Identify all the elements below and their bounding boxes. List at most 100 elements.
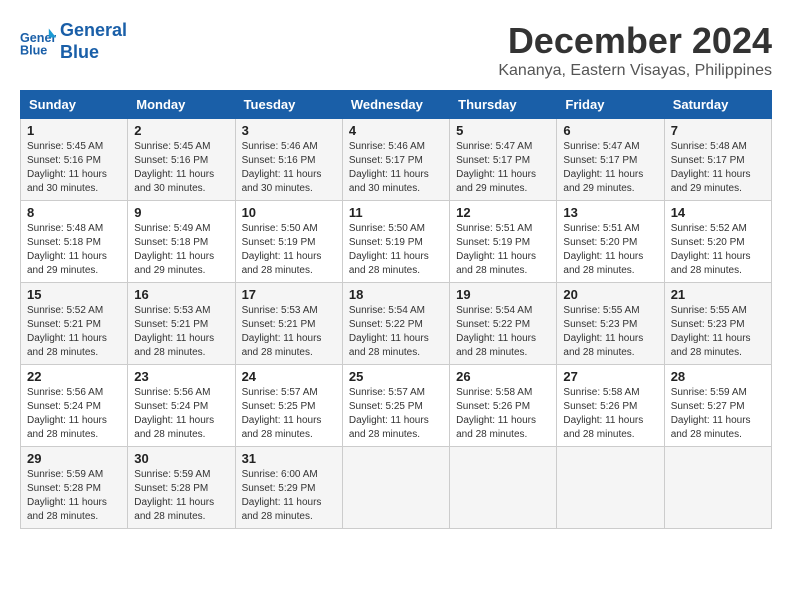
day-info: Sunrise: 5:58 AM Sunset: 5:26 PM Dayligh… [563,386,657,442]
day-info: Sunrise: 5:49 AM Sunset: 5:18 PM Dayligh… [134,222,228,278]
day-info: Sunrise: 5:56 AM Sunset: 5:24 PM Dayligh… [27,386,121,442]
table-row: 7 Sunrise: 5:48 AM Sunset: 5:17 PM Daylig… [664,119,771,201]
table-row: 16 Sunrise: 5:53 AM Sunset: 5:21 PM Dayli… [128,283,235,365]
day-info: Sunrise: 5:55 AM Sunset: 5:23 PM Dayligh… [563,304,657,360]
day-info: Sunrise: 5:57 AM Sunset: 5:25 PM Dayligh… [242,386,336,442]
table-row: 15 Sunrise: 5:52 AM Sunset: 5:21 PM Dayli… [21,283,128,365]
logo-text: GeneralBlue [60,20,127,63]
day-number: 6 [563,123,657,138]
day-info: Sunrise: 5:59 AM Sunset: 5:28 PM Dayligh… [134,468,228,524]
day-info: Sunrise: 5:47 AM Sunset: 5:17 PM Dayligh… [563,140,657,196]
day-number: 16 [134,287,228,302]
header-sunday: Sunday [21,91,128,119]
day-number: 21 [671,287,765,302]
day-info: Sunrise: 5:46 AM Sunset: 5:17 PM Dayligh… [349,140,443,196]
day-number: 27 [563,369,657,384]
table-row: 27 Sunrise: 5:58 AM Sunset: 5:26 PM Dayli… [557,365,664,447]
table-row: 6 Sunrise: 5:47 AM Sunset: 5:17 PM Daylig… [557,119,664,201]
day-number: 29 [27,451,121,466]
table-row [450,447,557,529]
day-number: 1 [27,123,121,138]
day-info: Sunrise: 5:45 AM Sunset: 5:16 PM Dayligh… [134,140,228,196]
table-row: 3 Sunrise: 5:46 AM Sunset: 5:16 PM Daylig… [235,119,342,201]
title-block: December 2024 Kananya, Eastern Visayas, … [498,20,772,80]
table-row: 17 Sunrise: 5:53 AM Sunset: 5:21 PM Dayli… [235,283,342,365]
svg-text:Blue: Blue [20,43,47,57]
day-info: Sunrise: 5:48 AM Sunset: 5:18 PM Dayligh… [27,222,121,278]
day-info: Sunrise: 5:47 AM Sunset: 5:17 PM Dayligh… [456,140,550,196]
calendar-week-row: 29 Sunrise: 5:59 AM Sunset: 5:28 PM Dayli… [21,447,772,529]
day-info: Sunrise: 5:53 AM Sunset: 5:21 PM Dayligh… [134,304,228,360]
table-row [557,447,664,529]
day-info: Sunrise: 5:53 AM Sunset: 5:21 PM Dayligh… [242,304,336,360]
table-row: 30 Sunrise: 5:59 AM Sunset: 5:28 PM Dayli… [128,447,235,529]
day-number: 24 [242,369,336,384]
day-number: 7 [671,123,765,138]
logo-icon: General Blue [20,24,56,60]
page-header: General Blue GeneralBlue December 2024 K… [20,20,772,80]
day-number: 3 [242,123,336,138]
day-number: 2 [134,123,228,138]
day-info: Sunrise: 5:48 AM Sunset: 5:17 PM Dayligh… [671,140,765,196]
day-number: 9 [134,205,228,220]
table-row: 2 Sunrise: 5:45 AM Sunset: 5:16 PM Daylig… [128,119,235,201]
day-number: 15 [27,287,121,302]
table-row: 25Sunrise: 5:57 AM Sunset: 5:25 PM Dayli… [342,365,449,447]
day-number: 14 [671,205,765,220]
table-row: 24 Sunrise: 5:57 AM Sunset: 5:25 PM Dayli… [235,365,342,447]
table-row: 21 Sunrise: 5:55 AM Sunset: 5:23 PM Dayli… [664,283,771,365]
day-number: 18 [349,287,443,302]
day-info: Sunrise: 5:59 AM Sunset: 5:27 PM Dayligh… [671,386,765,442]
table-row: 22 Sunrise: 5:56 AM Sunset: 5:24 PM Dayli… [21,365,128,447]
day-number: 28 [671,369,765,384]
day-number: 10 [242,205,336,220]
table-row: 8Sunrise: 5:48 AM Sunset: 5:18 PM Daylig… [21,201,128,283]
day-info: Sunrise: 5:46 AM Sunset: 5:16 PM Dayligh… [242,140,336,196]
table-row: 12Sunrise: 5:51 AM Sunset: 5:19 PM Dayli… [450,201,557,283]
calendar-table: Sunday Monday Tuesday Wednesday Thursday… [20,90,772,529]
day-info: Sunrise: 5:50 AM Sunset: 5:19 PM Dayligh… [242,222,336,278]
day-number: 23 [134,369,228,384]
table-row: 4Sunrise: 5:46 AM Sunset: 5:17 PM Daylig… [342,119,449,201]
location-subtitle: Kananya, Eastern Visayas, Philippines [498,62,772,80]
table-row: 1Sunrise: 5:45 AM Sunset: 5:16 PM Daylig… [21,119,128,201]
table-row: 19Sunrise: 5:54 AM Sunset: 5:22 PM Dayli… [450,283,557,365]
day-info: Sunrise: 5:57 AM Sunset: 5:25 PM Dayligh… [349,386,443,442]
day-info: Sunrise: 5:59 AM Sunset: 5:28 PM Dayligh… [27,468,121,524]
day-number: 17 [242,287,336,302]
table-row [664,447,771,529]
day-number: 5 [456,123,550,138]
day-number: 11 [349,205,443,220]
day-number: 20 [563,287,657,302]
table-row: 13 Sunrise: 5:51 AM Sunset: 5:20 PM Dayli… [557,201,664,283]
day-number: 19 [456,287,550,302]
logo: General Blue GeneralBlue [20,20,127,63]
header-thursday: Thursday [450,91,557,119]
day-number: 12 [456,205,550,220]
table-row: 31Sunrise: 6:00 AM Sunset: 5:29 PM Dayli… [235,447,342,529]
table-row: 26Sunrise: 5:58 AM Sunset: 5:26 PM Dayli… [450,365,557,447]
table-row: 14 Sunrise: 5:52 AM Sunset: 5:20 PM Dayli… [664,201,771,283]
day-info: Sunrise: 5:52 AM Sunset: 5:20 PM Dayligh… [671,222,765,278]
day-number: 30 [134,451,228,466]
header-friday: Friday [557,91,664,119]
day-info: Sunrise: 5:52 AM Sunset: 5:21 PM Dayligh… [27,304,121,360]
table-row: 5 Sunrise: 5:47 AM Sunset: 5:17 PM Daylig… [450,119,557,201]
day-info: Sunrise: 5:51 AM Sunset: 5:20 PM Dayligh… [563,222,657,278]
day-number: 22 [27,369,121,384]
table-row: 9 Sunrise: 5:49 AM Sunset: 5:18 PM Daylig… [128,201,235,283]
table-row: 28 Sunrise: 5:59 AM Sunset: 5:27 PM Dayli… [664,365,771,447]
table-row: 23Sunrise: 5:56 AM Sunset: 5:24 PM Dayli… [128,365,235,447]
day-info: Sunrise: 5:50 AM Sunset: 5:19 PM Dayligh… [349,222,443,278]
day-info: Sunrise: 5:54 AM Sunset: 5:22 PM Dayligh… [349,304,443,360]
calendar-week-row: 15 Sunrise: 5:52 AM Sunset: 5:21 PM Dayli… [21,283,772,365]
table-row: 18 Sunrise: 5:54 AM Sunset: 5:22 PM Dayli… [342,283,449,365]
calendar-week-row: 8Sunrise: 5:48 AM Sunset: 5:18 PM Daylig… [21,201,772,283]
table-row: 20 Sunrise: 5:55 AM Sunset: 5:23 PM Dayli… [557,283,664,365]
header-saturday: Saturday [664,91,771,119]
day-info: Sunrise: 5:58 AM Sunset: 5:26 PM Dayligh… [456,386,550,442]
table-row: 29 Sunrise: 5:59 AM Sunset: 5:28 PM Dayli… [21,447,128,529]
header-monday: Monday [128,91,235,119]
day-number: 13 [563,205,657,220]
day-info: Sunrise: 5:55 AM Sunset: 5:23 PM Dayligh… [671,304,765,360]
